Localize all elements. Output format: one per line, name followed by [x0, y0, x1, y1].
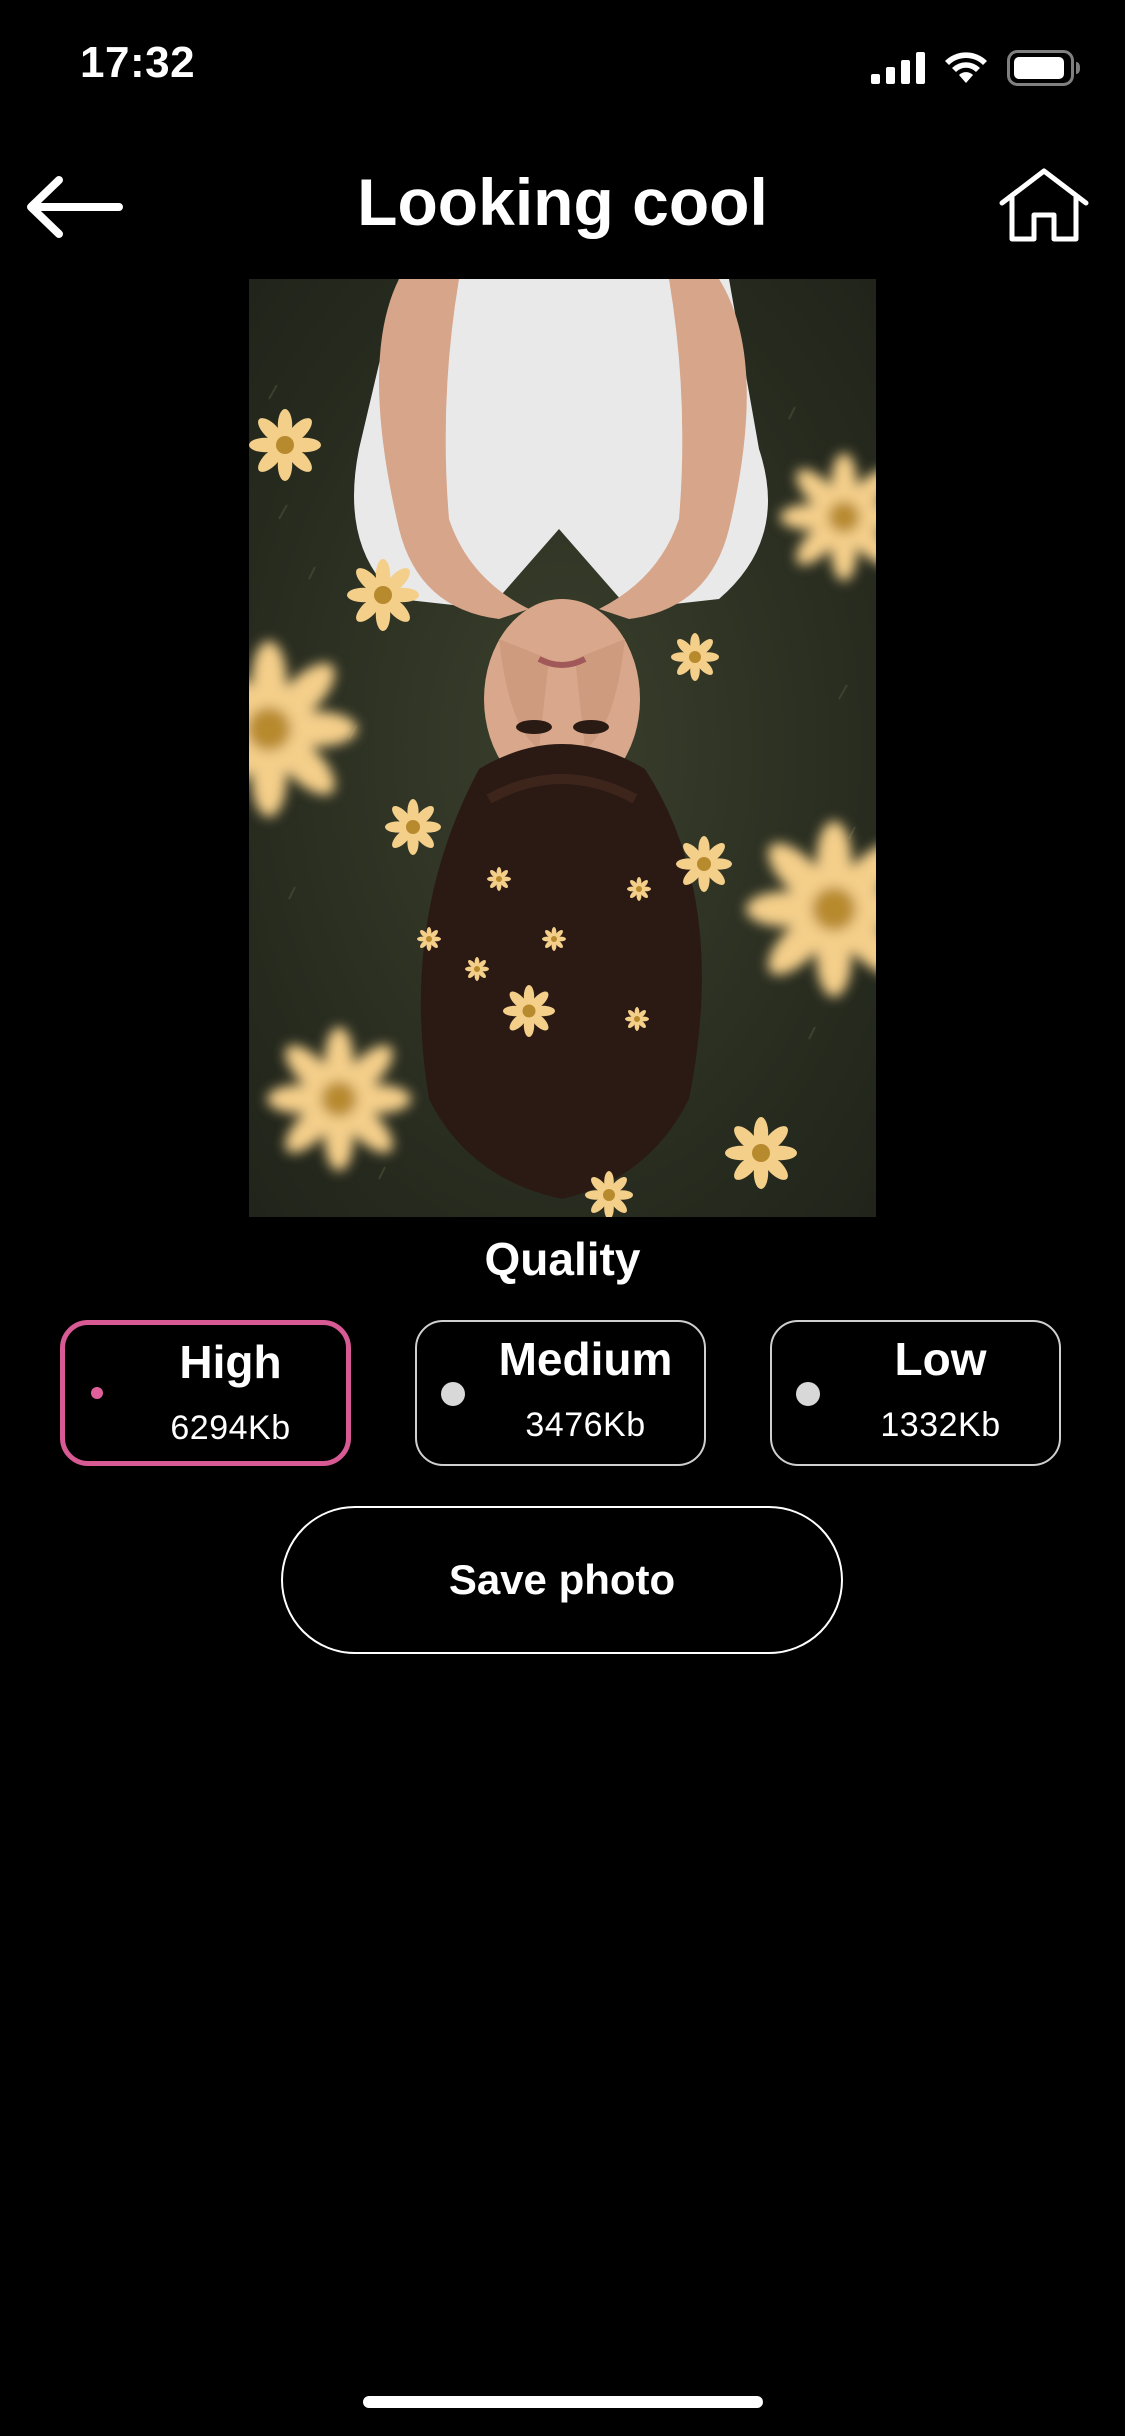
page-title: Looking cool	[357, 165, 768, 239]
photo-preview	[249, 279, 876, 1217]
cellular-signal-icon	[871, 52, 925, 84]
option-size: 1332Kb	[880, 1406, 1001, 1444]
radio-dot-icon	[441, 1382, 465, 1406]
option-label: Low	[894, 1333, 987, 1385]
battery-icon	[1007, 50, 1080, 86]
option-size: 3476Kb	[525, 1406, 646, 1444]
quality-option-low[interactable]: Low 1332Kb	[770, 1320, 1061, 1466]
save-photo-button[interactable]: Save photo	[281, 1506, 843, 1654]
radio-dot-icon	[91, 1387, 103, 1399]
back-button[interactable]	[18, 152, 128, 262]
status-time: 17:32	[80, 38, 196, 87]
header: Looking cool	[0, 132, 1125, 282]
arrow-left-icon	[27, 176, 123, 238]
home-button[interactable]	[989, 150, 1099, 260]
home-indicator[interactable]	[363, 2396, 763, 2408]
status-bar: 17:32	[0, 0, 1125, 132]
quality-option-medium[interactable]: Medium 3476Kb	[415, 1320, 706, 1466]
radio-dot-icon	[796, 1382, 820, 1406]
quality-title: Quality	[484, 1233, 641, 1285]
status-icons	[871, 50, 1081, 86]
wifi-icon	[945, 52, 987, 83]
option-label: High	[179, 1336, 282, 1388]
option-size: 6294Kb	[170, 1409, 291, 1447]
home-icon	[999, 168, 1089, 242]
photo-image	[249, 279, 876, 1217]
option-label: Medium	[498, 1333, 673, 1385]
quality-option-high[interactable]: High 6294Kb	[60, 1320, 351, 1466]
quality-options: High 6294Kb Medium 3476Kb Low 1332Kb	[60, 1320, 1065, 1470]
